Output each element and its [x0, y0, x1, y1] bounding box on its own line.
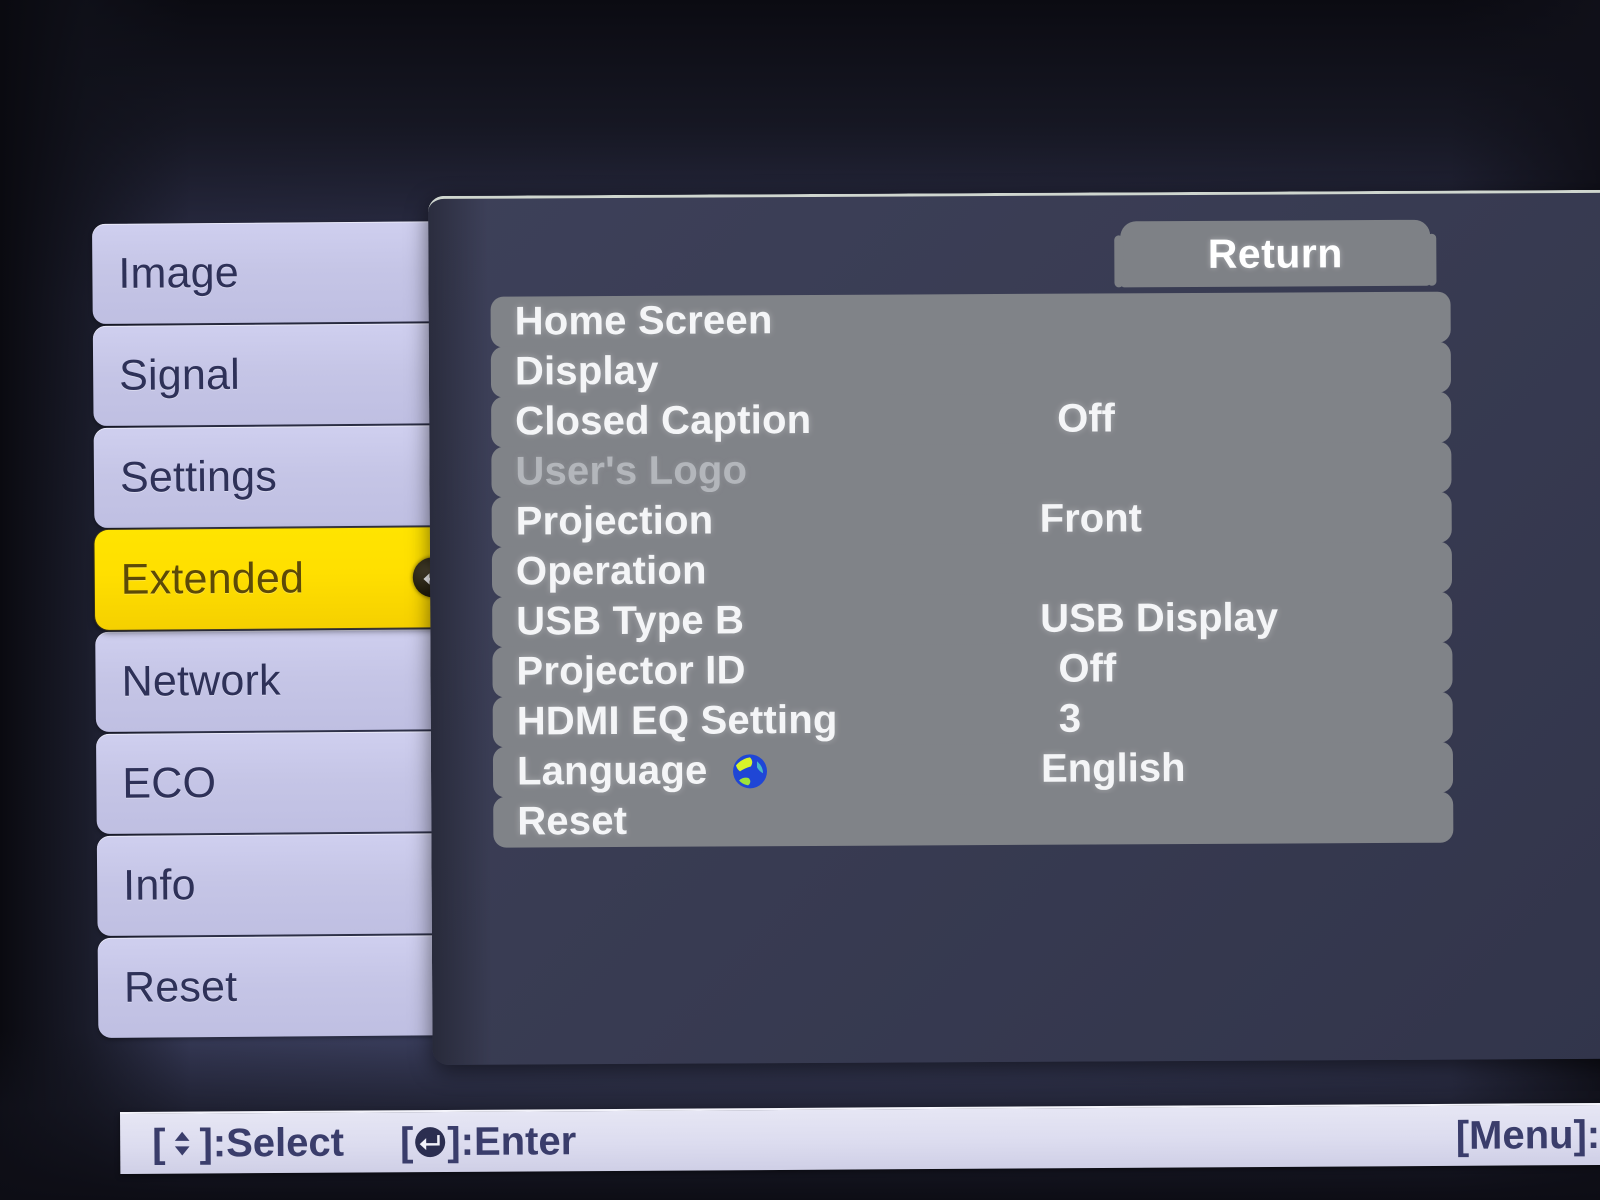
return-button-label: Return — [1207, 229, 1343, 277]
enter-bracket-open: [ — [399, 1119, 414, 1164]
window-inner-shadow — [428, 198, 493, 1065]
settings-row-label: User's Logo — [515, 448, 748, 494]
settings-list: Home Screen Display Closed Caption Off User'… — [490, 291, 1454, 848]
settings-row-value: English — [1040, 746, 1186, 791]
settings-row[interactable]: Reset — [493, 791, 1454, 848]
settings-row[interactable]: HDMI EQ Setting 3 — [492, 691, 1453, 748]
hint-select: [ ]:Select — [152, 1120, 344, 1166]
settings-row-label: Reset — [517, 798, 628, 844]
hint-enter: [ ]:Enter — [400, 1119, 576, 1165]
sidebar-item-info[interactable]: Info — [96, 832, 486, 936]
sidebar-item-label: Reset — [123, 962, 238, 1012]
sidebar-item-network[interactable]: Network — [95, 628, 484, 732]
settings-row[interactable]: Projection Front — [491, 491, 1452, 548]
sidebar-item-label: Signal — [119, 350, 241, 400]
settings-row[interactable]: User's Logo — [491, 441, 1452, 498]
status-bar: [ ]:Select [ ]:Enter [Menu]:Exi — [120, 1102, 1600, 1174]
globe-icon — [729, 751, 769, 791]
settings-row-value: 3 — [1058, 696, 1082, 741]
settings-row[interactable]: Operation — [491, 541, 1453, 598]
sidebar-item-extended[interactable]: Extended — [94, 526, 484, 630]
hint-exit: [Menu]:Exi — [1456, 1112, 1600, 1158]
settings-row-value: USB Display — [1040, 595, 1279, 641]
settings-row-value: Off — [1057, 396, 1116, 441]
enter-bracket-close: ]:Enter — [447, 1118, 577, 1164]
exit-hint-label: [Menu]:Exi — [1455, 1112, 1600, 1158]
enter-return-icon — [413, 1121, 447, 1163]
settings-row-value: Front — [1039, 496, 1142, 541]
settings-row-label: Home Screen — [514, 298, 773, 344]
settings-row[interactable]: Projector ID Off — [492, 641, 1453, 698]
settings-row-label: Language — [516, 748, 708, 794]
updown-arrow-icon — [165, 1123, 199, 1165]
category-sidebar: Image Signal Settings Extended Network ECO Inf… — [92, 220, 487, 1040]
sidebar-item-label: Settings — [119, 452, 278, 502]
sidebar-item-signal[interactable]: Signal — [92, 322, 482, 426]
sidebar-item-reset[interactable]: Reset — [97, 934, 487, 1038]
settings-row-label: Operation — [515, 548, 707, 594]
settings-row-label: Projector ID — [516, 648, 746, 694]
sidebar-item-settings[interactable]: Settings — [93, 424, 483, 528]
projector-osd-screen: Image Signal Settings Extended Network ECO Inf… — [0, 0, 1600, 1200]
sidebar-item-label: Extended — [120, 553, 305, 604]
extended-menu-window: Return Home Screen Display Closed Caption O… — [428, 189, 1600, 1065]
settings-row-label: Projection — [515, 498, 714, 544]
settings-row-label: Closed Caption — [515, 397, 812, 444]
sidebar-item-label: ECO — [122, 758, 217, 808]
settings-row-label: Display — [514, 348, 659, 394]
select-bracket-open: [ — [152, 1121, 166, 1166]
settings-row[interactable]: Closed Caption Off — [491, 391, 1452, 448]
settings-row[interactable]: Home Screen — [490, 291, 1451, 348]
select-bracket-close: ]:Select — [199, 1120, 345, 1166]
return-button[interactable]: Return — [1120, 219, 1431, 288]
sidebar-item-label: Network — [121, 656, 281, 706]
settings-row-label: HDMI EQ Setting — [516, 697, 838, 744]
sidebar-item-image[interactable]: Image — [92, 220, 481, 324]
settings-row[interactable]: Display — [490, 341, 1452, 398]
settings-row-value: Off — [1058, 646, 1117, 691]
sidebar-item-label: Image — [118, 248, 240, 298]
settings-row-label: USB Type B — [516, 598, 745, 644]
sidebar-item-label: Info — [123, 860, 196, 910]
sidebar-item-eco[interactable]: ECO — [96, 730, 485, 834]
settings-row[interactable]: Language English — [492, 741, 1454, 798]
settings-row[interactable]: USB Type B USB Display — [492, 591, 1453, 648]
